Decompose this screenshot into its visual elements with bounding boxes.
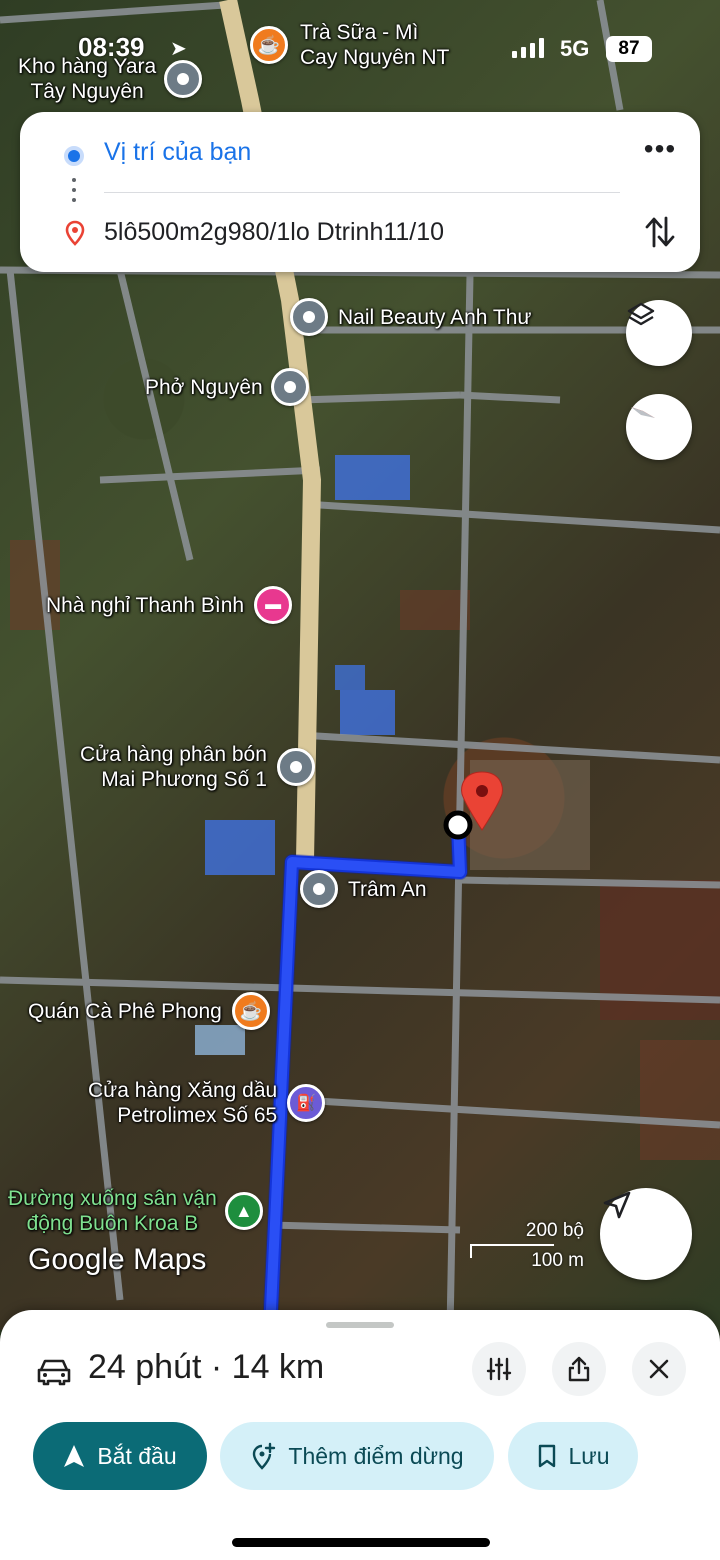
share-icon bbox=[568, 1356, 590, 1382]
start-button[interactable]: Bắt đầu bbox=[33, 1422, 207, 1490]
poi-nha-nghi[interactable]: Nhà nghỉ Thanh Bình ▬ bbox=[46, 586, 293, 624]
poi-label: Nhà nghỉ Thanh Bình bbox=[46, 593, 245, 617]
network-type: 5G bbox=[560, 36, 590, 61]
location-pin-icon bbox=[290, 298, 328, 336]
destination-field[interactable]: 5lô500m2g980/1lo Dtrinh11/10 bbox=[104, 218, 444, 247]
poi-label: Cửa hàng Xăng dầu Petrolimex Số 65 bbox=[88, 1079, 278, 1127]
divider bbox=[104, 192, 620, 193]
poi-quan-ca-phe[interactable]: Quán Cà Phê Phong ☕ bbox=[28, 992, 270, 1030]
park-icon: ▲ bbox=[224, 1192, 263, 1230]
save-label: Lưu bbox=[568, 1442, 610, 1469]
poi-label: Cửa hàng phân bón Mai Phương Số 1 bbox=[80, 743, 267, 791]
origin-field[interactable]: Vị trí của bạn bbox=[104, 138, 251, 167]
location-pin-icon bbox=[276, 748, 315, 786]
location-pin-icon bbox=[270, 368, 309, 406]
poi-label: Đường xuống sân vận động Buôn Kroa B bbox=[8, 1187, 217, 1235]
status-time: 08:39 bbox=[78, 32, 145, 62]
route-bottom-sheet: 24 phút · 14 km Bắt đầu Thêm điểm dừng L… bbox=[0, 1310, 720, 1560]
more-options-icon[interactable]: ••• bbox=[642, 135, 678, 172]
directions-card: Vị trí của bạn 5lô500m2g980/1lo Dtrinh11… bbox=[20, 112, 700, 272]
layers-icon bbox=[627, 302, 655, 326]
route-options-button[interactable] bbox=[472, 1342, 526, 1396]
poi-tram-an[interactable]: Trâm An bbox=[300, 870, 427, 908]
poi-nail-beauty[interactable]: Nail Beauty Anh Thư bbox=[290, 298, 531, 336]
poi-label: Quán Cà Phê Phong bbox=[28, 999, 222, 1023]
navigation-icon bbox=[64, 1445, 85, 1467]
navigation-arrow-icon bbox=[603, 1191, 631, 1219]
close-icon bbox=[649, 1359, 669, 1379]
share-button[interactable] bbox=[552, 1342, 606, 1396]
compass-icon bbox=[631, 407, 655, 418]
layers-button[interactable] bbox=[626, 300, 692, 366]
cafe-icon: ☕ bbox=[231, 992, 270, 1030]
sheet-drag-handle[interactable] bbox=[326, 1322, 394, 1328]
google-maps-watermark: Google Maps bbox=[28, 1243, 207, 1276]
recenter-button[interactable] bbox=[600, 1188, 692, 1280]
poi-cua-hang-phan-bon[interactable]: Cửa hàng phân bón Mai Phương Số 1 bbox=[80, 742, 315, 792]
add-location-icon bbox=[253, 1442, 276, 1470]
route-summary: 24 phút · 14 km bbox=[88, 1348, 325, 1386]
poi-label: Nail Beauty Anh Thư bbox=[338, 305, 532, 329]
location-pin-icon bbox=[300, 870, 338, 908]
start-label: Bắt đầu bbox=[97, 1442, 177, 1469]
home-indicator bbox=[232, 1538, 490, 1547]
scale-imperial: 200 bộ bbox=[525, 1220, 584, 1241]
gas-station-icon: ⛽ bbox=[287, 1084, 326, 1122]
poi-pho-nguyen[interactable]: Phở Nguyên bbox=[145, 368, 309, 406]
car-icon bbox=[37, 1359, 71, 1386]
destination-pin-icon bbox=[65, 220, 85, 246]
add-stop-label: Thêm điểm dừng bbox=[288, 1442, 464, 1469]
signal-icon bbox=[512, 38, 544, 58]
bookmark-icon bbox=[538, 1444, 555, 1468]
tune-icon bbox=[486, 1357, 512, 1381]
compass-button[interactable] bbox=[626, 394, 692, 460]
add-stop-button[interactable]: Thêm điểm dừng bbox=[220, 1422, 494, 1490]
poi-label: Trâm An bbox=[348, 877, 427, 901]
poi-label: Phở Nguyên bbox=[145, 375, 263, 399]
close-button[interactable] bbox=[632, 1342, 686, 1396]
battery-indicator: 87 bbox=[606, 36, 652, 62]
poi-duong-xuong[interactable]: Đường xuống sân vận động Buôn Kroa B ▲ bbox=[8, 1186, 263, 1236]
poi-xang-dau[interactable]: Cửa hàng Xăng dầu Petrolimex Số 65 ⛽ bbox=[88, 1078, 326, 1128]
scale-line bbox=[470, 1244, 554, 1246]
scale-tick bbox=[470, 1244, 472, 1258]
map-scale: 200 bộ 100 m bbox=[470, 1220, 590, 1271]
route-dots-icon bbox=[72, 178, 76, 202]
save-button[interactable]: Lưu bbox=[508, 1422, 638, 1490]
status-bar: 08:39 ➤ 5G 87 bbox=[0, 28, 720, 68]
location-services-icon: ➤ bbox=[170, 38, 187, 60]
scale-metric: 100 m bbox=[531, 1250, 584, 1271]
hotel-icon: ▬ bbox=[254, 586, 293, 624]
swap-icon[interactable] bbox=[642, 212, 678, 252]
current-location-icon bbox=[64, 146, 84, 166]
